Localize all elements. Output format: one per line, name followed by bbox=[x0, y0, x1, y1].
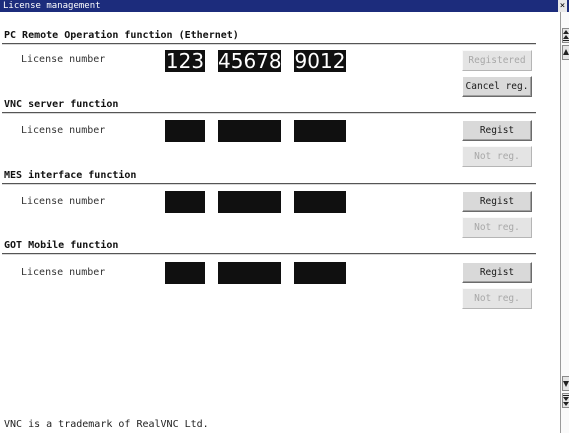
section-heading-vnc-server: VNC server function bbox=[4, 99, 119, 110]
scroll-up-icon[interactable] bbox=[562, 45, 569, 60]
close-icon[interactable]: × bbox=[558, 0, 567, 12]
not-registered-button[interactable]: Not reg. bbox=[462, 288, 532, 309]
license-field-1[interactable] bbox=[165, 262, 205, 284]
license-field-1[interactable]: 123 bbox=[165, 50, 205, 72]
license-field-2[interactable] bbox=[218, 191, 281, 213]
license-field-2[interactable] bbox=[218, 262, 281, 284]
license-field-3[interactable] bbox=[294, 191, 346, 213]
scroll-bottom-icon[interactable] bbox=[562, 393, 569, 408]
license-field-3[interactable] bbox=[294, 262, 346, 284]
section-heading-pc-remote: PC Remote Operation function (Ethernet) bbox=[4, 30, 239, 41]
not-registered-button[interactable]: Not reg. bbox=[462, 217, 532, 238]
license-panel: PC Remote Operation function (Ethernet) … bbox=[0, 12, 560, 433]
license-field-2[interactable]: 45678 bbox=[218, 50, 282, 72]
license-field-1[interactable] bbox=[165, 120, 205, 142]
license-number-label: License number bbox=[21, 196, 106, 207]
vertical-scrollbar[interactable] bbox=[560, 12, 569, 433]
not-registered-button[interactable]: Not reg. bbox=[462, 146, 532, 167]
cancel-registration-button[interactable]: Cancel reg. bbox=[462, 76, 532, 97]
license-field-1[interactable] bbox=[165, 191, 205, 213]
section-divider bbox=[2, 183, 536, 185]
section-heading-got-mobile: GOT Mobile function bbox=[4, 240, 119, 251]
section-divider bbox=[2, 43, 536, 45]
scroll-top-icon[interactable] bbox=[562, 28, 569, 43]
license-field-3[interactable] bbox=[294, 120, 346, 142]
regist-button[interactable]: Regist bbox=[462, 120, 532, 141]
vnc-trademark-note: VNC is a trademark of RealVNC Ltd. bbox=[4, 419, 209, 430]
regist-button[interactable]: Regist bbox=[462, 191, 532, 212]
regist-button[interactable]: Regist bbox=[462, 262, 532, 283]
license-number-label: License number bbox=[21, 125, 106, 136]
section-divider bbox=[2, 112, 536, 114]
window-title: License management bbox=[3, 1, 101, 11]
license-field-3[interactable]: 9012 bbox=[294, 50, 346, 72]
section-heading-mes-interface: MES interface function bbox=[4, 170, 137, 181]
registered-button[interactable]: Registered bbox=[462, 50, 532, 71]
license-field-2[interactable] bbox=[218, 120, 281, 142]
section-divider bbox=[2, 253, 536, 255]
scroll-down-icon[interactable] bbox=[562, 376, 569, 391]
title-bar: License management × bbox=[0, 0, 569, 12]
license-number-label: License number bbox=[21, 267, 106, 278]
license-number-label: License number bbox=[21, 54, 106, 65]
